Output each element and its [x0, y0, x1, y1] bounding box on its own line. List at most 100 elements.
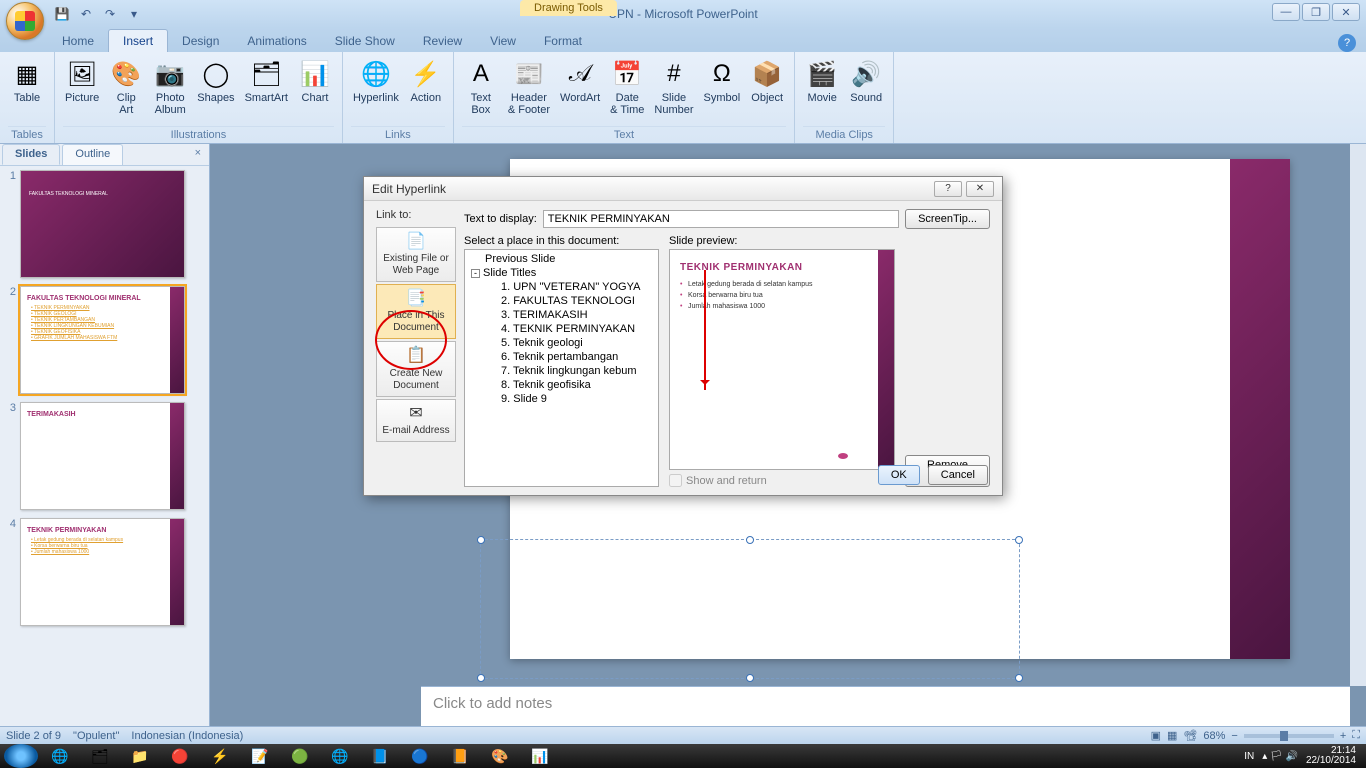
date-button[interactable]: 📅Date & Time [608, 56, 646, 118]
text-display-input[interactable] [543, 210, 899, 228]
taskbar-app[interactable]: 🌐 [40, 745, 80, 767]
resize-handle[interactable] [477, 674, 485, 682]
slide-thumbnail[interactable]: TERIMAKASIH [20, 402, 185, 510]
tab-review[interactable]: Review [409, 30, 476, 52]
cancel-button[interactable]: Cancel [928, 465, 988, 485]
zoom-percent[interactable]: 68% [1203, 730, 1225, 742]
status-language[interactable]: Indonesian (Indonesia) [131, 730, 243, 742]
close-button[interactable]: ✕ [1332, 3, 1360, 21]
qat-button[interactable]: ▾ [124, 4, 144, 24]
show-return-input[interactable] [669, 474, 682, 487]
resize-handle[interactable] [746, 674, 754, 682]
taskbar-app[interactable]: 🎨 [480, 745, 520, 767]
linkto-e-mail-address[interactable]: ✉E-mail Address [376, 399, 456, 442]
view-slideshow-icon[interactable]: 📽 [1183, 729, 1197, 742]
taskbar-app[interactable]: 🟢 [280, 745, 320, 767]
resize-handle[interactable] [746, 536, 754, 544]
taskbar-app[interactable]: 🗂 [80, 745, 120, 767]
taskbar-app[interactable]: 📙 [440, 745, 480, 767]
start-button[interactable] [4, 744, 38, 768]
table-button[interactable]: ▦Table [8, 56, 46, 106]
photo-button[interactable]: 📷Photo Album [151, 56, 189, 118]
taskbar-app[interactable]: 🔵 [400, 745, 440, 767]
panel-close-icon[interactable]: × [187, 144, 209, 165]
zoom-in-icon[interactable]: + [1340, 730, 1346, 742]
tree-item[interactable]: 7. Teknik lingkungan kebum [467, 364, 656, 378]
picture-button[interactable]: 🖼Picture [63, 56, 101, 106]
fit-window-icon[interactable]: ⛶ [1352, 729, 1360, 742]
dialog-titlebar[interactable]: Edit Hyperlink ? ✕ [364, 177, 1002, 201]
qat-button[interactable]: 💾 [52, 4, 72, 24]
qat-button[interactable]: ↶ [76, 4, 96, 24]
header-button[interactable]: 📰Header & Footer [506, 56, 552, 118]
wordart-button[interactable]: 𝒜WordArt [558, 56, 602, 106]
taskbar-app[interactable]: 📊 [520, 745, 560, 767]
tray-icons[interactable]: ▴ 🏳 🔊 [1262, 751, 1298, 762]
tab-insert[interactable]: Insert [108, 29, 168, 52]
tree-item[interactable]: 4. TEKNIK PERMINYAKAN [467, 322, 656, 336]
show-return-checkbox[interactable]: Show and return [669, 474, 895, 487]
taskbar-app[interactable]: 📘 [360, 745, 400, 767]
tree-item[interactable]: 9. Slide 9 [467, 392, 656, 406]
linkto-place-in-this-document[interactable]: 📑Place in This Document [376, 284, 456, 339]
tab-animations[interactable]: Animations [233, 30, 320, 52]
tree-item[interactable]: Previous Slide [467, 252, 656, 266]
action-button[interactable]: ⚡Action [407, 56, 445, 106]
slide-thumbnail[interactable]: FAKULTAS TEKNOLOGI MINERAL• TEKNIK PERMI… [20, 286, 185, 394]
taskbar-app[interactable]: 🔴 [160, 745, 200, 767]
object-button[interactable]: 📦Object [748, 56, 786, 106]
tree-item[interactable]: 3. TERIMAKASIH [467, 308, 656, 322]
linkto-existing-file-or-web-page[interactable]: 📄Existing File or Web Page [376, 227, 456, 282]
taskbar-app[interactable]: ⚡ [200, 745, 240, 767]
dialog-close-button[interactable]: ✕ [966, 181, 994, 197]
slide-thumbnail[interactable]: FAKULTAS TEKNOLOGI MINERAL [20, 170, 185, 278]
maximize-button[interactable]: ❐ [1302, 3, 1330, 21]
tree-item[interactable]: -Slide Titles [467, 266, 656, 280]
chart-button[interactable]: 📊Chart [296, 56, 334, 106]
smartart-button[interactable]: 🗂SmartArt [243, 56, 290, 106]
tab-home[interactable]: Home [48, 30, 108, 52]
zoom-slider[interactable] [1244, 734, 1334, 738]
panel-tab-outline[interactable]: Outline [62, 144, 123, 165]
tab-design[interactable]: Design [168, 30, 233, 52]
help-icon[interactable]: ? [1338, 34, 1356, 52]
symbol-button[interactable]: ΩSymbol [702, 56, 743, 106]
minimize-button[interactable]: — [1272, 3, 1300, 21]
resize-handle[interactable] [1015, 674, 1023, 682]
hyperlink-button[interactable]: 🌐Hyperlink [351, 56, 401, 106]
clip-button[interactable]: 🎨Clip Art [107, 56, 145, 118]
office-button[interactable] [6, 2, 44, 40]
linkto-create-new-document[interactable]: 📋Create New Document [376, 341, 456, 396]
movie-button[interactable]: 🎬Movie [803, 56, 841, 106]
document-tree[interactable]: Previous Slide-Slide Titles1. UPN "VETER… [464, 249, 659, 487]
taskbar-app[interactable]: 🌐 [320, 745, 360, 767]
tab-format[interactable]: Format [530, 30, 596, 52]
slide-button[interactable]: #Slide Number [652, 56, 695, 118]
taskbar-app[interactable]: 📁 [120, 745, 160, 767]
slide-thumbnail[interactable]: TEKNIK PERMINYAKAN• Letak gedung berada … [20, 518, 185, 626]
tray-language[interactable]: IN [1244, 751, 1254, 762]
notes-pane[interactable]: Click to add notes [421, 686, 1350, 726]
sound-button[interactable]: 🔊Sound [847, 56, 885, 106]
tab-view[interactable]: View [476, 30, 530, 52]
tab-slide-show[interactable]: Slide Show [321, 30, 409, 52]
text-button[interactable]: AText Box [462, 56, 500, 118]
tree-item[interactable]: 8. Teknik geofisika [467, 378, 656, 392]
shapes-button[interactable]: ◯Shapes [195, 56, 236, 106]
resize-handle[interactable] [477, 536, 485, 544]
ok-button[interactable]: OK [878, 465, 920, 485]
tree-item[interactable]: 2. FAKULTAS TEKNOLOGI [467, 294, 656, 308]
dialog-help-button[interactable]: ? [934, 181, 962, 197]
resize-handle[interactable] [1015, 536, 1023, 544]
view-normal-icon[interactable]: ▣ [1151, 729, 1161, 742]
zoom-out-icon[interactable]: − [1231, 730, 1237, 742]
vertical-scrollbar[interactable] [1350, 144, 1366, 686]
tray-date[interactable]: 22/10/2014 [1306, 756, 1356, 766]
qat-button[interactable]: ↷ [100, 4, 120, 24]
panel-tab-slides[interactable]: Slides [2, 144, 60, 165]
view-sorter-icon[interactable]: ▦ [1167, 729, 1177, 742]
tree-item[interactable]: 1. UPN "VETERAN" YOGYA [467, 280, 656, 294]
screentip-button[interactable]: ScreenTip... [905, 209, 990, 229]
selection-box[interactable] [480, 539, 1020, 679]
tree-item[interactable]: 5. Teknik geologi [467, 336, 656, 350]
